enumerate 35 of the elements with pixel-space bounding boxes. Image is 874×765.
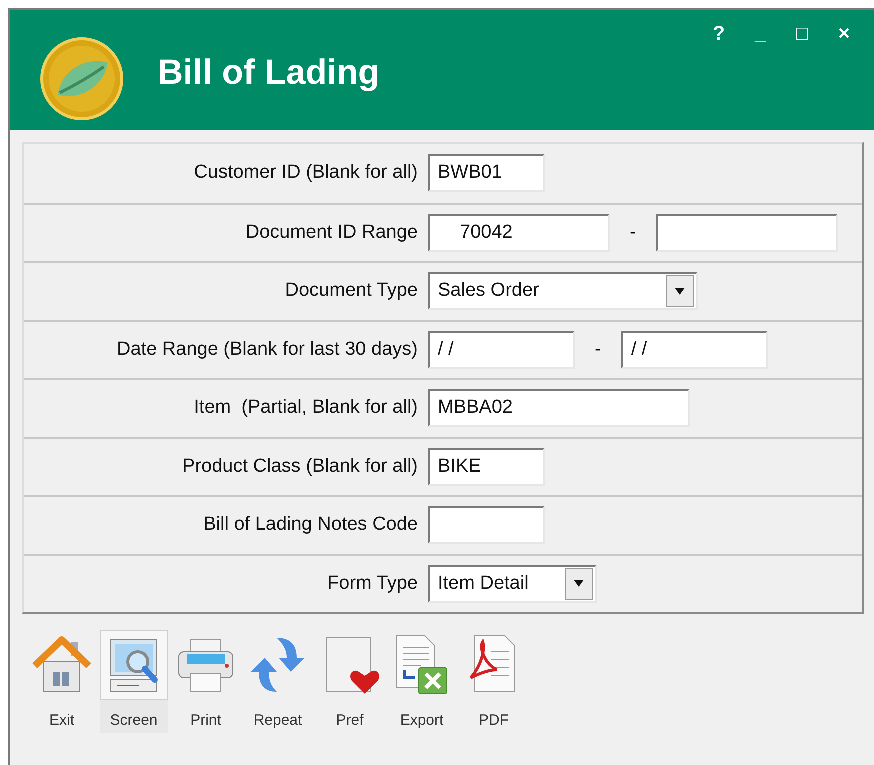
toolbar-button[interactable]: Exit — [28, 630, 96, 732]
window-title: Bill of Lading — [158, 55, 380, 90]
field-label: Customer ID (Blank for all) — [193, 161, 419, 185]
toolbar-button[interactable]: Pref — [316, 630, 384, 732]
toolbar-button[interactable]: Repeat — [244, 630, 312, 732]
dropdown-value: Item Detail — [437, 572, 529, 596]
input-field[interactable]: BIKE — [428, 448, 545, 486]
toolbar-button[interactable]: PDF — [460, 630, 528, 732]
minimize-button[interactable]: _ — [751, 24, 770, 44]
maximize-button[interactable]: □ — [792, 24, 812, 44]
field-label: Date Range (Blank for last 30 days) — [116, 338, 419, 362]
toolbar-button[interactable]: Print — [172, 630, 240, 732]
field-label: Document ID Range — [244, 220, 419, 244]
field-label: Bill of Lading Notes Code — [202, 513, 419, 537]
leaf-logo-icon — [40, 37, 124, 121]
close-button[interactable]: × — [834, 24, 854, 44]
input-field[interactable] — [656, 214, 838, 252]
toolbar-button[interactable]: Export — [388, 630, 456, 732]
field-label: Document Type — [284, 279, 419, 303]
dropdown[interactable]: Sales Order — [428, 272, 698, 310]
input-field[interactable]: BWB01 — [428, 154, 545, 192]
range-dash: - — [595, 338, 602, 362]
dropdown[interactable]: Item Detail — [428, 564, 597, 603]
field-label: Form Type — [326, 572, 419, 596]
input-field[interactable]: 70042 — [428, 214, 610, 252]
field-label: Product Class (Blank for all) — [182, 454, 419, 478]
input-field[interactable]: MBBA02 — [428, 389, 690, 428]
input-field[interactable] — [428, 506, 545, 544]
help-button[interactable]: ? — [708, 24, 730, 44]
range-dash: - — [630, 220, 636, 244]
dropdown-value: Sales Order — [437, 279, 540, 303]
input-field[interactable]: / / — [428, 330, 575, 369]
toolbar-button[interactable]: Screen — [100, 630, 168, 732]
input-field[interactable]: / / — [621, 330, 768, 369]
field-label: Item (Partial, Blank for all) — [193, 396, 419, 420]
